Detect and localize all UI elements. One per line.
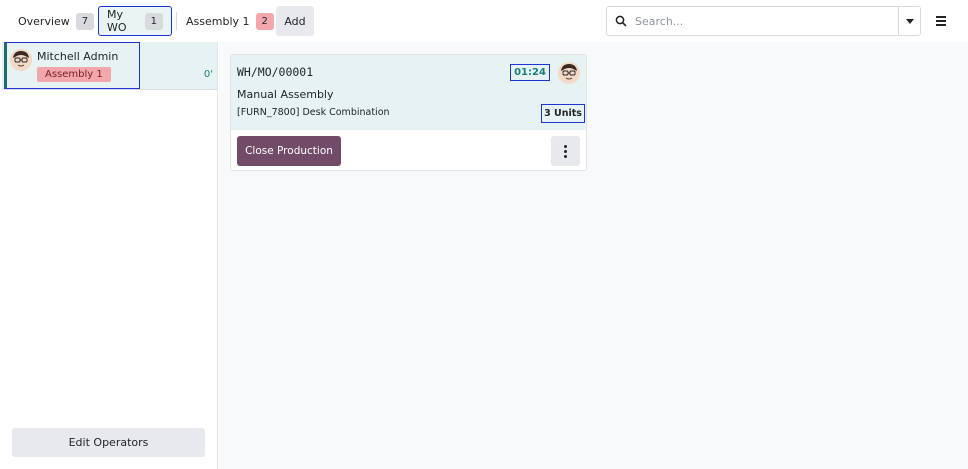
tab-assembly-1-label: Assembly 1: [186, 14, 250, 28]
edit-operators-button[interactable]: Edit Operators: [12, 428, 205, 457]
close-production-button[interactable]: Close Production: [237, 136, 341, 166]
search-input[interactable]: [635, 8, 898, 34]
tab-assembly-1[interactable]: Assembly 1 2: [178, 6, 282, 36]
search-dropdown-toggle[interactable]: [898, 7, 920, 35]
tab-overview[interactable]: Overview 7: [10, 6, 102, 36]
operator-sidebar: Mitchell Admin Assembly 1 0' Edit Operat…: [0, 42, 218, 469]
magnifier-icon: [607, 15, 635, 27]
workorder-reference: WH/MO/00001: [237, 65, 314, 79]
operation-name: Manual Assembly: [237, 88, 334, 101]
add-button[interactable]: Add: [276, 6, 314, 36]
tab-my-wo-label: My WO: [107, 8, 127, 34]
top-bar: Overview 7 My WO 1 Assembly 1 2 Add: [0, 0, 968, 42]
vertical-dots-icon[interactable]: [551, 136, 580, 166]
operator-item[interactable]: Mitchell Admin Assembly 1 0': [2, 42, 217, 90]
avatar: [10, 49, 32, 71]
tab-assembly-1-count: 2: [255, 12, 274, 30]
operator-workcenter-badge: Assembly 1: [37, 67, 111, 82]
product-name: [FURN_7800] Desk Combination: [237, 107, 390, 118]
workorder-area: WH/MO/00001 01:24 Manual Assembly [FURN_…: [219, 42, 968, 469]
workorder-card[interactable]: WH/MO/00001 01:24 Manual Assembly [FURN_…: [230, 54, 587, 171]
caret-down-icon: [905, 18, 914, 24]
search-bar: [606, 6, 921, 36]
tab-overview-count: 7: [75, 12, 95, 30]
operator-time: 0': [203, 69, 213, 80]
operator-name: Mitchell Admin: [37, 50, 119, 63]
tab-my-wo[interactable]: My WO 1: [98, 6, 172, 36]
tab-my-wo-count: 1: [144, 12, 163, 30]
workorder-card-header[interactable]: WH/MO/00001 01:24 Manual Assembly [FURN_…: [231, 55, 586, 130]
hamburger-icon[interactable]: [932, 12, 950, 30]
tab-divider: [176, 12, 177, 30]
tab-overview-label: Overview: [18, 14, 70, 28]
avatar: [558, 62, 580, 84]
quantity-badge[interactable]: 3 Units: [541, 104, 585, 123]
workorder-timer: 01:24: [510, 64, 550, 81]
